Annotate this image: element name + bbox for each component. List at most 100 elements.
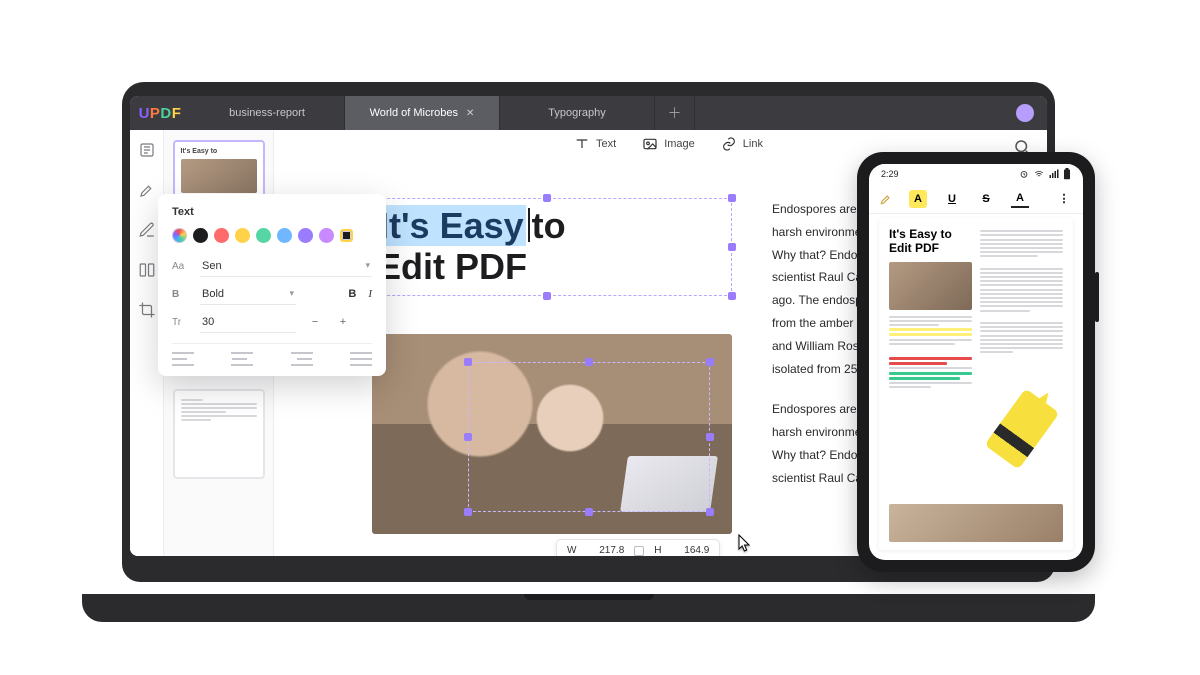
resize-handle[interactable] [706,433,714,441]
image-block[interactable]: W 217.8 H 164.9 [372,334,732,534]
alarm-icon [1019,169,1029,179]
swatch-red[interactable] [214,228,229,243]
mouse-cursor-icon [738,534,752,552]
phone-document[interactable]: It's Easy toEdit PDF [879,218,1073,550]
resize-handle[interactable] [728,243,736,251]
resize-handle[interactable] [728,194,736,202]
thumb-title: It's Easy to [181,148,257,155]
chevron-down-icon: ▾ [365,260,370,271]
text-format-popover[interactable]: Text Aa Sen▾ [158,194,386,376]
organize-icon[interactable] [137,260,157,280]
resize-handle[interactable] [464,358,472,366]
thumb-image [181,159,257,193]
app-logo: UPDF [130,96,190,130]
text-color-tool[interactable]: A [1011,190,1029,208]
phone-annotation-toolbar: A U S A ⋮ [869,184,1083,214]
text-edit-box[interactable]: It's Easyto Edit PDF [362,198,732,296]
phone-screen: 2:29 A U S A ⋮ It's Easy toEdit PDF [869,164,1083,560]
tab-typography[interactable]: Typography [500,96,655,130]
resize-handle[interactable] [706,358,714,366]
resize-handle[interactable] [543,292,551,300]
size-increment[interactable]: + [334,313,352,331]
font-family-row: Aa Sen▾ [172,255,372,277]
close-tab-icon[interactable]: ✕ [466,108,474,119]
phone-time: 2:29 [881,169,899,179]
red-underline [889,362,947,365]
strike-tool[interactable]: S [977,190,995,208]
font-size-field[interactable]: 30 [200,311,296,333]
green-highlight [889,372,972,375]
color-swatches [172,228,372,243]
thumbnail-page-3[interactable] [173,389,265,479]
resize-handle[interactable] [543,194,551,202]
reader-mode-icon[interactable] [137,140,157,160]
tab-label: Typography [548,107,605,119]
align-left[interactable] [172,352,194,366]
popover-title: Text [172,206,372,218]
text-caret [528,208,530,242]
align-justify[interactable] [350,352,372,366]
swatch-custom[interactable] [340,229,353,242]
underline-tool[interactable]: U [943,190,961,208]
dimension-readout: W 217.8 H 164.9 [556,539,720,556]
swatch-black[interactable] [193,228,208,243]
link-tool-icon [721,136,737,152]
phone-doc-image [889,262,972,310]
phone-status-bar: 2:29 [869,164,1083,184]
align-center[interactable] [231,352,253,366]
wifi-icon [1033,169,1045,179]
resize-handle[interactable] [585,508,593,516]
chevron-down-icon: ▾ [289,288,294,299]
color-picker-icon[interactable] [172,228,187,243]
yellow-highlight [889,333,972,336]
headline-text[interactable]: It's Easyto Edit PDF [363,199,731,294]
tab-label: World of Microbes [370,107,458,119]
tool-image[interactable]: Image [642,136,695,152]
titlebar: UPDF business-report World of Microbes ✕… [130,96,1047,130]
tab-label: business-report [229,107,305,119]
highlighter-pen-icon [984,388,1059,469]
phone-doc-image-2 [889,504,1063,542]
tool-text[interactable]: Text [574,136,616,152]
user-avatar[interactable] [1016,104,1034,122]
bold-toggle[interactable]: B [348,288,356,300]
crop-icon[interactable] [137,300,157,320]
swatch-blue[interactable] [277,228,292,243]
size-decrement[interactable]: − [306,313,324,331]
bold-italic-toggle: B I [348,288,372,300]
tool-link[interactable]: Link [721,136,763,152]
resize-handle[interactable] [728,292,736,300]
edit-icon[interactable] [137,220,157,240]
edit-toolbar: Text Image Link [574,136,763,152]
more-menu-icon[interactable]: ⋮ [1055,190,1073,208]
phone-doc-title: It's Easy toEdit PDF [889,228,972,256]
font-family-select[interactable]: Sen▾ [200,255,372,277]
image-crop-selection[interactable] [468,362,710,512]
phone-status-icons [1019,168,1071,180]
align-right[interactable] [291,352,313,366]
italic-toggle[interactable]: I [368,288,372,300]
headline-highlight: It's Easy [377,205,526,246]
resize-handle[interactable] [464,433,472,441]
font-size-row: Tr 30 − + [172,311,372,333]
yellow-highlight [889,328,972,331]
resize-handle[interactable] [585,358,593,366]
new-tab-button[interactable]: ＋ [655,96,695,130]
pencil-icon[interactable] [879,192,893,206]
text-tool-icon [574,136,590,152]
tab-business-report[interactable]: business-report [190,96,345,130]
annotate-icon[interactable] [137,180,157,200]
highlight-tool[interactable]: A [909,190,927,208]
aspect-lock-icon[interactable] [634,546,644,556]
image-tool-icon [642,136,658,152]
resize-handle[interactable] [464,508,472,516]
swatch-purple[interactable] [298,228,313,243]
swatch-violet[interactable] [319,228,334,243]
font-weight-row: B Bold▾ B I [172,283,372,305]
resize-handle[interactable] [706,508,714,516]
alignment-row [172,343,372,366]
tab-world-of-microbes[interactable]: World of Microbes ✕ [345,96,500,130]
swatch-yellow[interactable] [235,228,250,243]
swatch-green[interactable] [256,228,271,243]
font-weight-select[interactable]: Bold▾ [200,283,296,305]
